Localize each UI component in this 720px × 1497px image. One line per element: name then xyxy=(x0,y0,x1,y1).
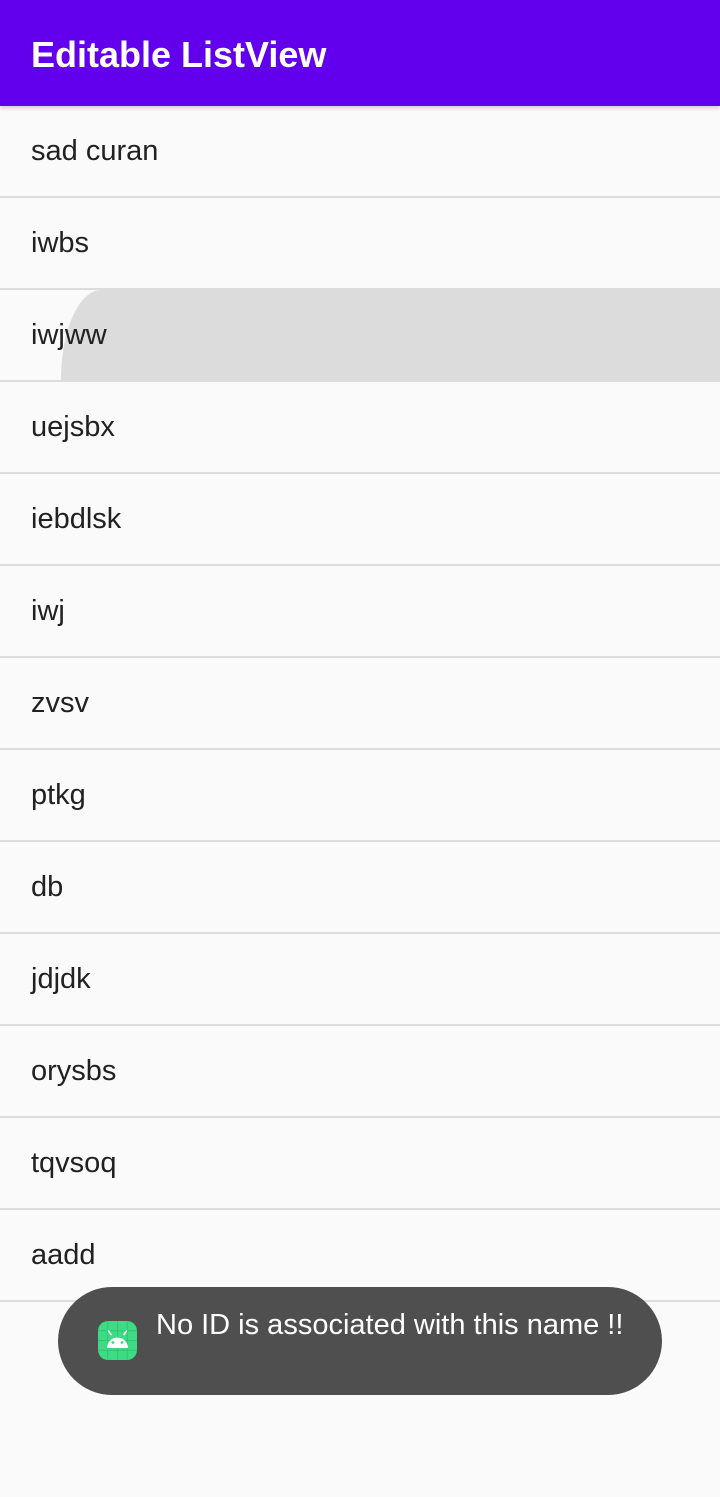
list-item[interactable]: jdjdk xyxy=(0,934,720,1026)
list-item-label: orysbs xyxy=(31,1055,117,1087)
app-screen: Editable ListView sad curan iwbs iwjww u… xyxy=(0,0,720,1497)
list-item-label: tqvsoq xyxy=(31,1147,117,1179)
list-item-label: ptkg xyxy=(31,779,86,811)
list-item[interactable]: iwj xyxy=(0,566,720,658)
list-item-label: iebdlsk xyxy=(31,503,122,535)
editable-list[interactable]: sad curan iwbs iwjww uejsbx iebdlsk iwj … xyxy=(0,106,720,1302)
list-item[interactable]: ptkg xyxy=(0,750,720,842)
list-item[interactable]: sad curan xyxy=(0,106,720,198)
list-item-label: aadd xyxy=(31,1239,96,1271)
android-app-icon xyxy=(98,1321,137,1360)
app-toolbar: Editable ListView xyxy=(0,0,720,106)
list-item[interactable]: db xyxy=(0,842,720,934)
list-item-label: jdjdk xyxy=(31,963,91,995)
list-item-label: iwj xyxy=(31,595,65,627)
list-item-label: sad curan xyxy=(31,135,159,167)
list-item[interactable]: orysbs xyxy=(0,1026,720,1118)
list-item-label: iwjww xyxy=(31,319,107,351)
list-item-label: uejsbx xyxy=(31,411,115,443)
list-item-label: db xyxy=(31,871,64,903)
press-ripple xyxy=(61,290,720,380)
list-item[interactable]: tqvsoq xyxy=(0,1118,720,1210)
toast-text: No ID is associated with this name !! xyxy=(156,1309,624,1341)
list-item[interactable]: iebdlsk xyxy=(0,474,720,566)
toolbar-title: Editable ListView xyxy=(31,34,327,75)
list-item[interactable]: uejsbx xyxy=(0,382,720,474)
list-item[interactable]: iwjww xyxy=(0,290,720,382)
list-item[interactable]: zvsv xyxy=(0,658,720,750)
list-item-label: iwbs xyxy=(31,227,90,259)
list-item[interactable]: iwbs xyxy=(0,198,720,290)
list-item-label: zvsv xyxy=(31,687,89,719)
